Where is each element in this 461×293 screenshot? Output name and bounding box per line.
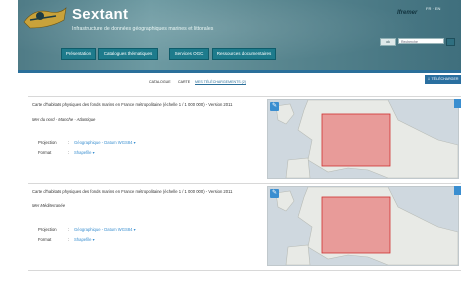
- separator: :: [68, 237, 70, 242]
- record-action-icon[interactable]: [454, 99, 461, 108]
- separator: :: [68, 150, 70, 155]
- tab-mes-telechargements[interactable]: MES TÉLÉCHARGEMENTS (2): [195, 80, 247, 85]
- separator: :: [68, 140, 70, 145]
- sextant-logo-icon: [20, 2, 68, 34]
- record-action-icon[interactable]: [454, 186, 461, 195]
- projection-label: Projection: [38, 140, 57, 145]
- projection-label: Projection: [38, 227, 57, 232]
- tab-carte[interactable]: CARTE: [178, 80, 190, 84]
- extent-map[interactable]: ✎: [267, 186, 459, 266]
- nav-catalogues[interactable]: Catalogues thématiques: [98, 48, 158, 60]
- separator: :: [68, 227, 70, 232]
- map-edit-icon[interactable]: ✎: [270, 102, 279, 111]
- format-select[interactable]: Shapefile ▾: [74, 150, 95, 155]
- download-button[interactable]: ⇩ TÉLÉCHARGER: [425, 75, 461, 84]
- format-label: Format: [38, 150, 52, 155]
- ifremer-logo: Ifremer: [397, 10, 418, 16]
- nav-ressources[interactable]: Ressources documentaires: [212, 48, 276, 60]
- map-edit-icon[interactable]: ✎: [270, 189, 279, 198]
- site-title: Sextant: [72, 6, 129, 23]
- format-select[interactable]: Shapefile ▾: [74, 237, 95, 242]
- record-title[interactable]: Carte d'habitats physiques des fonds mar…: [32, 189, 237, 194]
- nav-presentation[interactable]: Présentation: [61, 48, 96, 60]
- login-button[interactable]: ok: [380, 38, 396, 46]
- tab-catalogue[interactable]: CATALOGUE: [149, 80, 171, 84]
- projection-select[interactable]: Géographique - Datum WGS84 ▾: [74, 140, 136, 145]
- search-icon[interactable]: [446, 38, 455, 46]
- nav-services-ogc[interactable]: Services OGC: [169, 48, 209, 60]
- record-title[interactable]: Carte d'habitats physiques des fonds mar…: [32, 102, 237, 107]
- search-input[interactable]: Recherche: [398, 38, 444, 44]
- projection-select[interactable]: Géographique - Datum WGS84 ▾: [74, 227, 136, 232]
- format-label: Format: [38, 237, 52, 242]
- site-subtitle: Infrastructure de données géographiques …: [72, 26, 214, 32]
- record-region: Mer du nord - Manche - Atlantique: [32, 117, 96, 122]
- record-region: Mer Méditerranée: [32, 203, 66, 208]
- site-header: Sextant Infrastructure de données géogra…: [18, 0, 461, 70]
- results-toolbar: [18, 70, 461, 88]
- extent-map[interactable]: ✎: [267, 99, 459, 179]
